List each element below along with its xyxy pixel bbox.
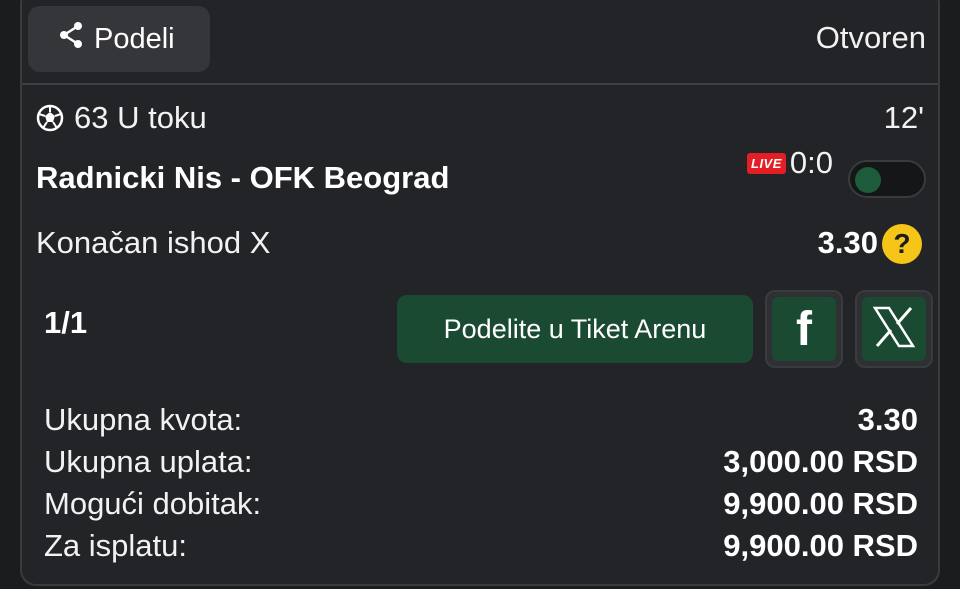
- summary-row-payout: Za isplatu: 9,900.00 RSD: [44, 528, 918, 564]
- summary-label: Ukupna uplata:: [44, 444, 253, 479]
- x-share-button[interactable]: [855, 290, 933, 368]
- summary-row-total-stake: Ukupna uplata: 3,000.00 RSD: [44, 444, 918, 480]
- ticket-status: Otvoren: [815, 20, 926, 55]
- toggle-knob: [855, 167, 881, 193]
- summary-value: 3,000.00 RSD: [723, 444, 918, 479]
- share-icon: [58, 21, 94, 57]
- live-toggle[interactable]: [848, 160, 926, 198]
- live-badge: LIVE: [747, 152, 786, 174]
- header-divider: [22, 83, 938, 85]
- help-icon[interactable]: ?: [882, 224, 922, 264]
- facebook-icon: f: [796, 302, 812, 356]
- share-label: Podeli: [94, 22, 175, 55]
- summary-value: 9,900.00 RSD: [723, 528, 918, 563]
- bet-odd: 3.30: [817, 225, 878, 260]
- selection-counter: 1/1: [44, 305, 88, 340]
- soccer-ball-icon: [36, 104, 64, 132]
- match-name: Radnicki Nis - OFK Beograd: [36, 160, 450, 195]
- event-status-row: 63 U toku: [36, 100, 207, 136]
- ticket-header: Podeli Otvoren: [0, 0, 960, 84]
- facebook-share-button[interactable]: f: [765, 290, 843, 368]
- summary-row-possible-win: Mogući dobitak: 9,900.00 RSD: [44, 486, 918, 522]
- summary-label: Za isplatu:: [44, 528, 188, 563]
- summary-value: 3.30: [857, 402, 918, 437]
- summary-label: Ukupna kvota:: [44, 402, 243, 437]
- bet-market: Konačan ishod X: [36, 225, 271, 260]
- summary-value: 9,900.00 RSD: [723, 486, 918, 521]
- share-button[interactable]: Podeli: [28, 6, 210, 72]
- x-logo-icon: [871, 304, 917, 355]
- live-score: LIVE 0:0: [747, 145, 833, 181]
- summary-label: Mogući dobitak:: [44, 486, 262, 521]
- summary-row-total-odds: Ukupna kvota: 3.30: [44, 402, 918, 438]
- share-tiket-arena-button[interactable]: Podelite u Tiket Arenu: [397, 295, 753, 363]
- event-code-status: 63 U toku: [74, 100, 207, 135]
- match-score: 0:0: [789, 145, 834, 180]
- match-minute: 12': [883, 100, 924, 135]
